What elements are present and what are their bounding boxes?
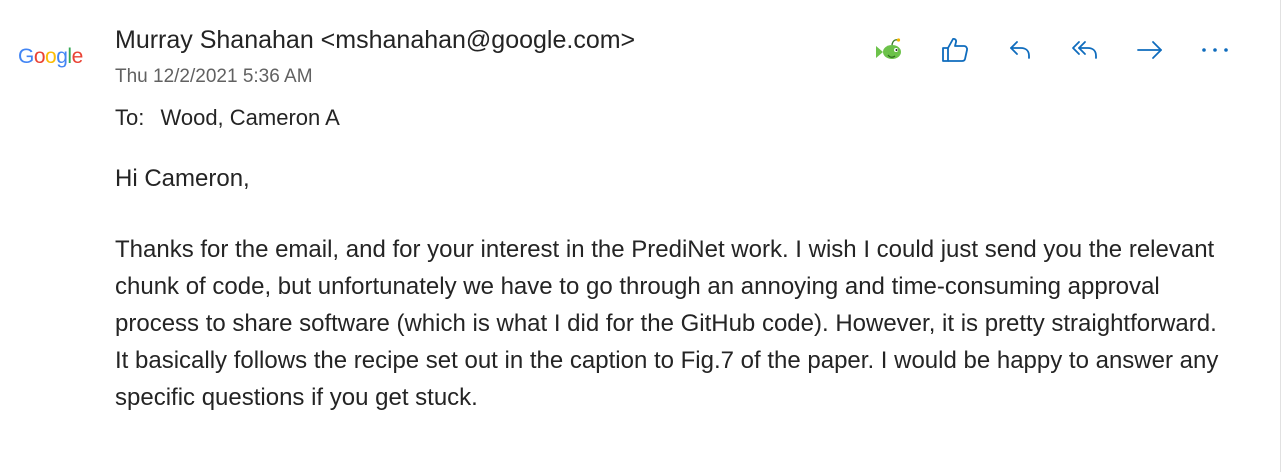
fish-addin-icon (876, 38, 901, 59)
google-logo: Google (18, 46, 83, 67)
google-logo-letter: e (71, 45, 84, 68)
reply-all-button[interactable] (1065, 30, 1105, 70)
google-logo-letter: G (18, 45, 34, 68)
message-body: Hi Cameron, Thanks for the email, and fo… (115, 160, 1235, 416)
like-button[interactable] (935, 30, 975, 70)
recipient-line: To: Wood, Cameron A (115, 105, 340, 131)
sender-avatar: Google (18, 46, 83, 67)
google-logo-letter: g (56, 45, 68, 68)
addin-button[interactable] (870, 30, 910, 70)
reply-button[interactable] (1000, 30, 1040, 70)
google-logo-letter: o (45, 45, 57, 68)
google-logo-letter: o (33, 45, 46, 68)
forward-icon (1137, 41, 1162, 59)
reply-icon (1010, 41, 1030, 59)
body-paragraph: Thanks for the email, and for your inter… (115, 236, 1219, 411)
more-actions-button[interactable] (1195, 30, 1235, 70)
reply-all-icon (1072, 41, 1097, 59)
greeting-line: Hi Cameron, (115, 165, 250, 192)
like-icon (942, 38, 968, 62)
sent-date: Thu 12/2/2021 5:36 AM (115, 66, 313, 87)
reading-pane: Google Murray Shanahan <mshanahan@google… (0, 0, 1281, 472)
message-actions-toolbar (870, 30, 1235, 70)
to-label: To: (115, 105, 145, 130)
forward-button[interactable] (1130, 30, 1170, 70)
sender-name[interactable]: Murray Shanahan <mshanahan@google.com> (115, 26, 635, 55)
more-icon (1202, 48, 1228, 52)
recipient-name[interactable]: Wood, Cameron A (160, 105, 339, 130)
